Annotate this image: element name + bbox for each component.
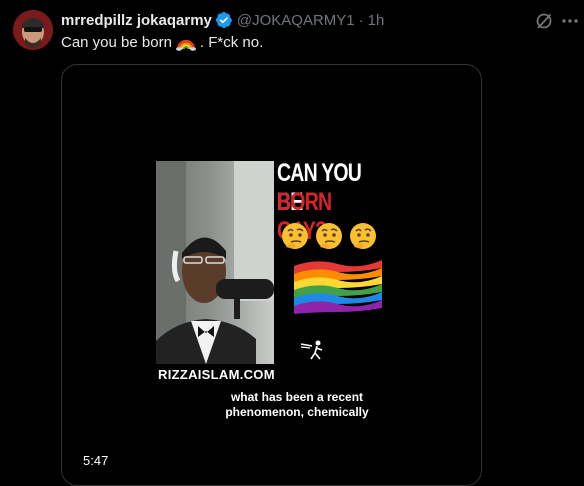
verified-badge-icon[interactable] — [215, 11, 233, 29]
handle[interactable]: @JOKAQARMY1 — [237, 12, 355, 29]
post-text-after: . F*ck no. — [199, 33, 264, 51]
post-text-before: Can you be born — [61, 33, 172, 51]
video-caption-line1: what has been a recent — [230, 390, 364, 404]
timestamp[interactable]: 1h — [368, 12, 385, 29]
video-caption-line2: phenomenon, chemically — [225, 405, 369, 419]
video-frame: CAN YOU BE BORN GAY? — [156, 159, 386, 387]
video-watermark: RIZZAISLAM.COM — [158, 367, 275, 382]
thinking-face-icon — [282, 223, 308, 249]
thinking-face-icon — [316, 223, 342, 249]
separator-dot: · — [358, 11, 364, 29]
speaker-photo — [156, 161, 274, 364]
avatar[interactable] — [13, 10, 53, 50]
thinking-emoji-row — [280, 221, 378, 251]
thinking-face-icon — [350, 223, 376, 249]
video-player[interactable]: CAN YOU BE BORN GAY? — [61, 64, 482, 486]
more-icon[interactable] — [560, 11, 580, 31]
video-thumbnail-photo — [156, 161, 274, 364]
post-header: mrredpillz jokaqarmy @JOKAQARMY1 · 1h — [61, 10, 384, 30]
grok-icon[interactable] — [534, 11, 554, 31]
display-name[interactable]: mrredpillz jokaqarmy — [61, 12, 212, 29]
rainbow-emoji — [175, 39, 196, 51]
video-caption: what has been a recent phenomenon, chemi… — [182, 390, 412, 420]
avatar-image — [13, 10, 53, 50]
video-duration: 5:47 — [83, 453, 109, 468]
channel-logo-icon — [300, 340, 323, 360]
rainbow-flag-icon — [294, 260, 382, 314]
post-text: Can you be born . F*ck no. — [61, 33, 263, 51]
